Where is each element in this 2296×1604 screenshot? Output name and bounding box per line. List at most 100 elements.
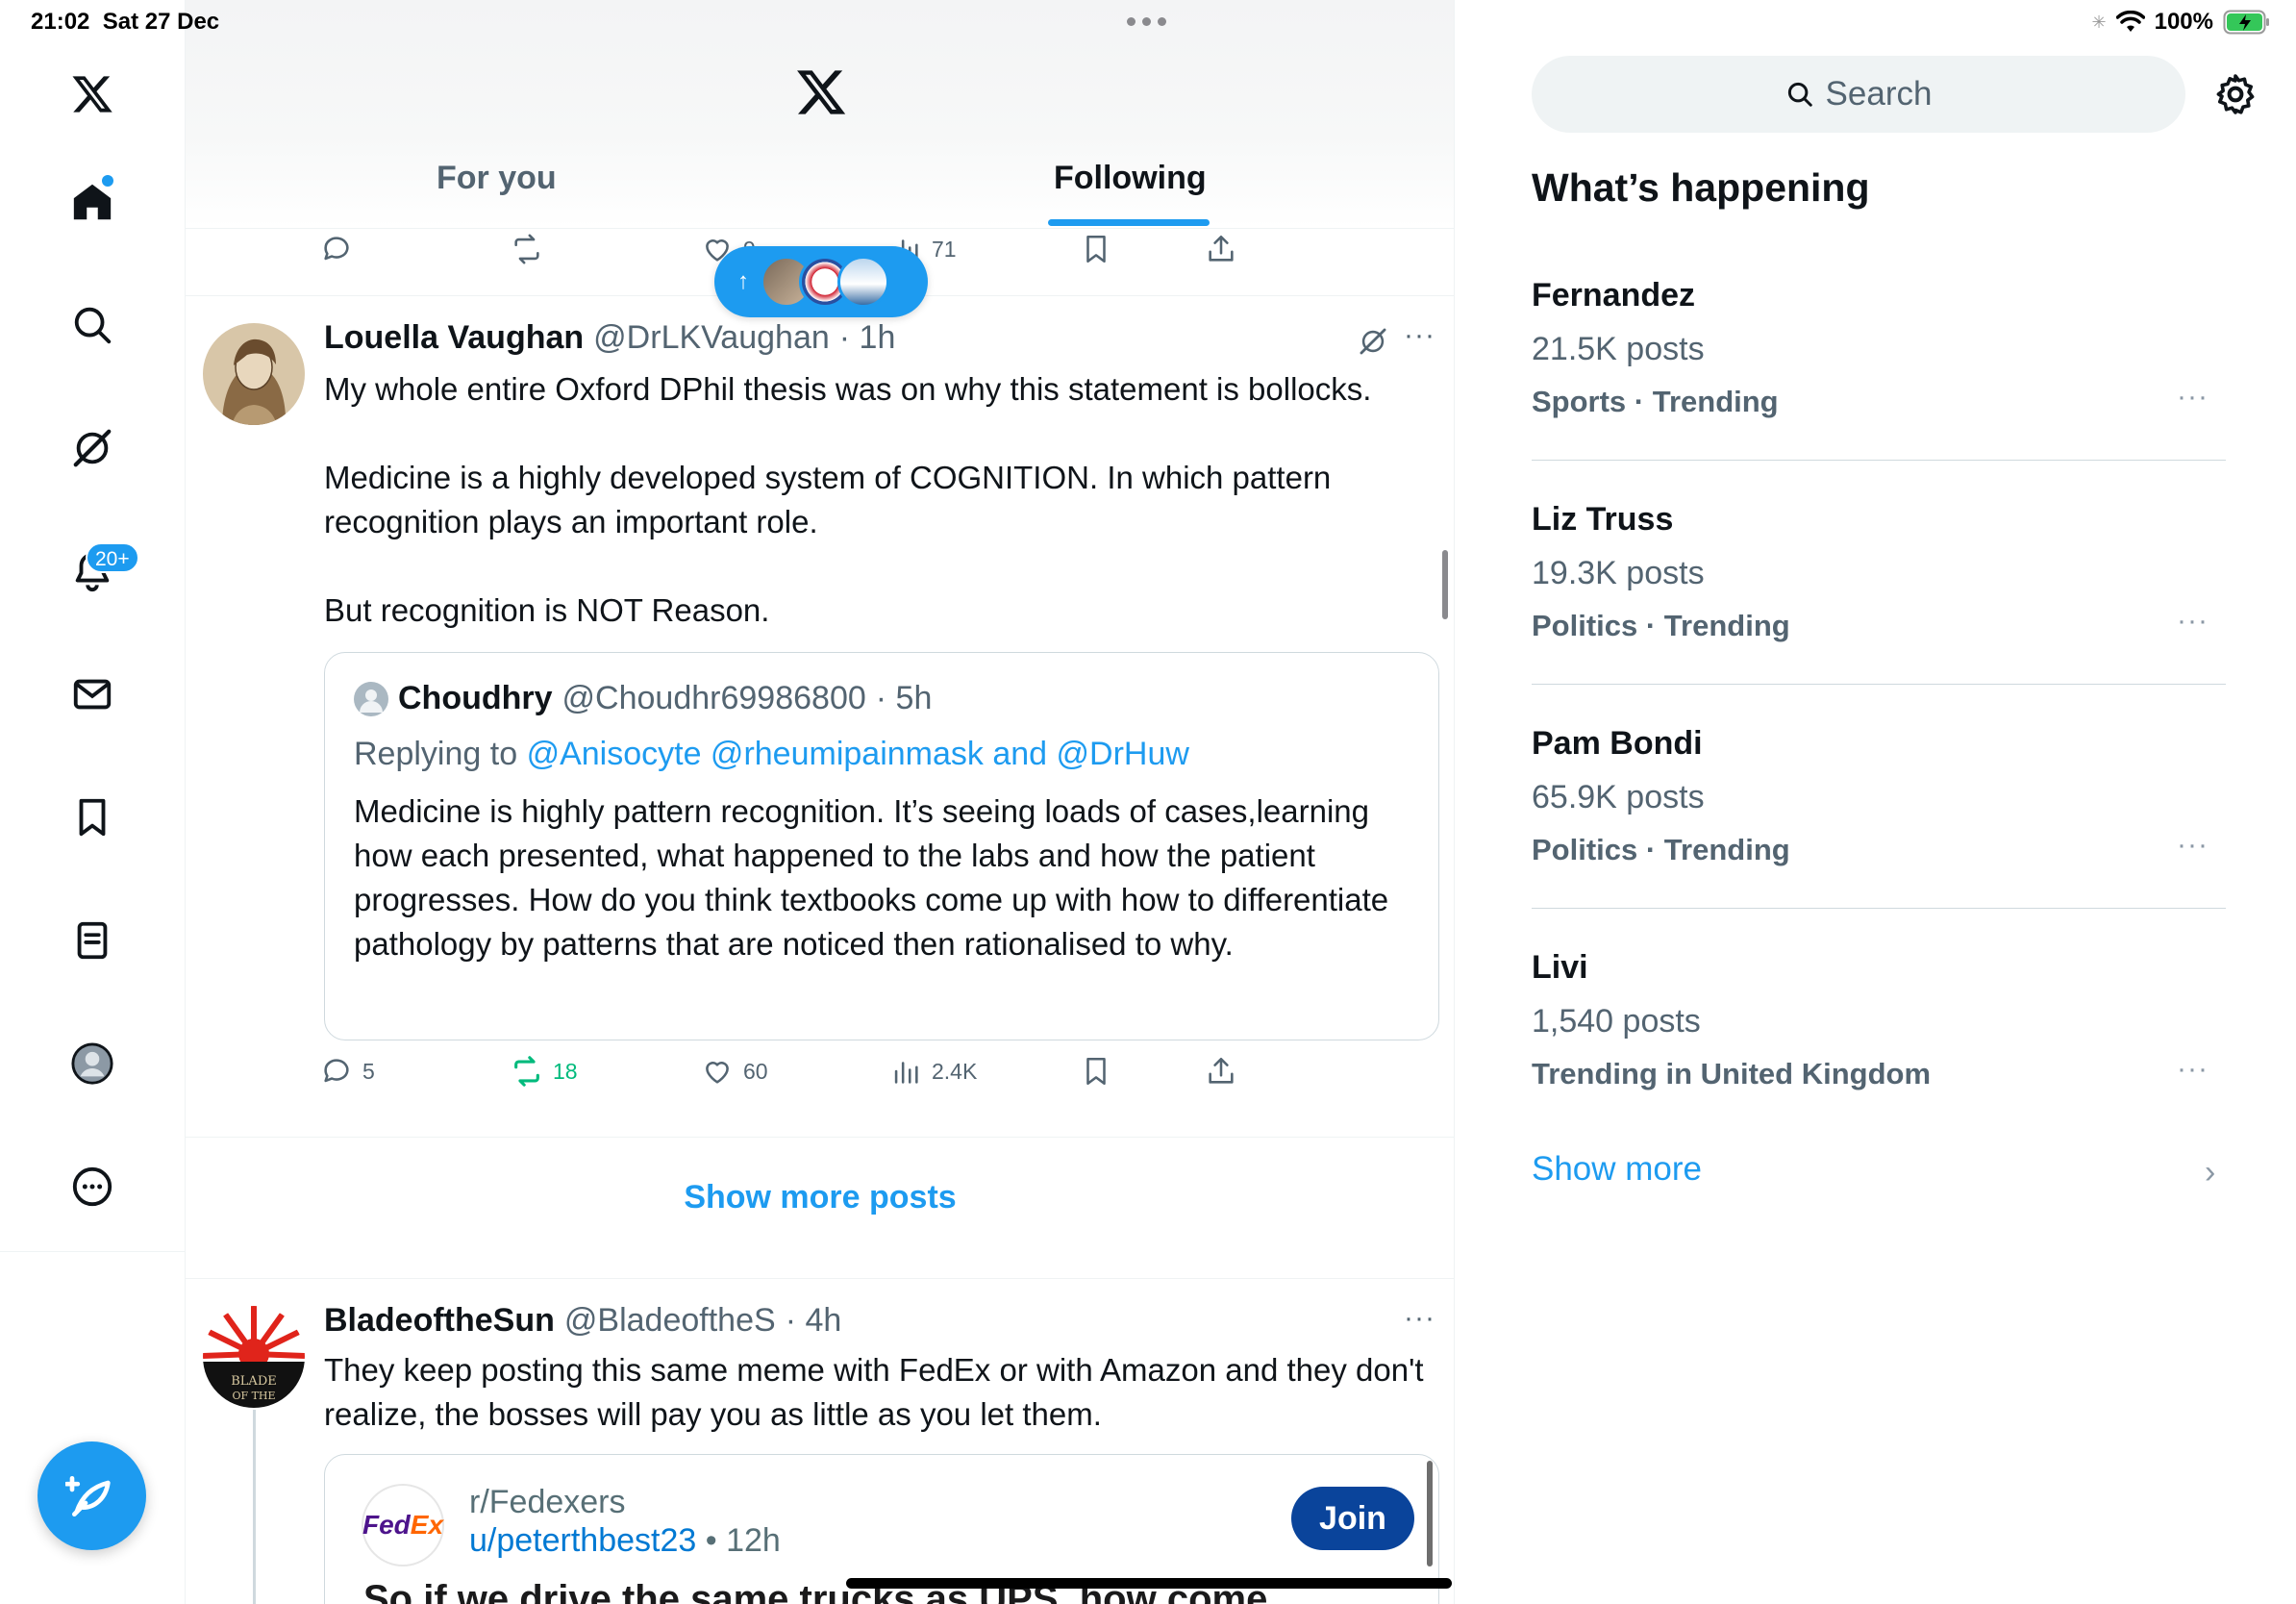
replying-to-links[interactable]: @Anisocyte @rheumipainmask and @DrHuw <box>527 736 1189 772</box>
trend-count: 19.3K posts <box>1532 555 1705 591</box>
pill-avatar <box>837 256 889 308</box>
trend-item[interactable]: Pam Bondi 65.9K posts Politics · Trendin… <box>1532 725 2226 948</box>
arrow-up-icon: ↑ <box>737 268 749 294</box>
tab-following[interactable]: Following <box>1054 160 1207 197</box>
views-button[interactable]: 2.4K <box>889 1055 977 1088</box>
author-handle[interactable]: @BladeoftheS <box>564 1302 776 1340</box>
reply-button[interactable] <box>320 233 353 265</box>
quoted-post[interactable]: Choudhry @Choudhr69986800 · 5h Replying … <box>324 652 1439 1040</box>
battery-charging-icon <box>2223 10 2269 35</box>
post-time[interactable]: · 1h <box>839 319 896 357</box>
show-more-link[interactable]: Show more <box>1532 1150 1702 1189</box>
like-count: 60 <box>743 1058 768 1084</box>
compose-post-button[interactable] <box>37 1441 146 1550</box>
timeline-column: For you Following 9 71 ↑ <box>186 0 1455 1604</box>
home-new-indicator <box>102 175 113 187</box>
search-input[interactable]: Search <box>1532 56 2185 133</box>
more-options-icon[interactable] <box>62 1156 123 1217</box>
views-count: 71 <box>932 236 957 262</box>
heart-icon <box>706 1062 729 1084</box>
tab-for-you[interactable]: For you <box>437 160 557 197</box>
post-text: They keep posting this same meme with Fe… <box>324 1352 1433 1432</box>
whats-happening-title: What’s happening <box>1532 165 1870 210</box>
bookmark-button[interactable] <box>1080 1055 1112 1088</box>
home-icon[interactable] <box>62 171 123 233</box>
svg-text:BLADE: BLADE <box>231 1374 277 1389</box>
active-tab-indicator <box>1048 219 1210 226</box>
like-button[interactable]: 60 <box>701 1055 768 1088</box>
trend-item[interactable]: Livi 1,540 posts Trending in United King… <box>1532 949 2226 1172</box>
quote-replying-to: Replying to @Anisocyte @rheumipainmask a… <box>354 736 1189 772</box>
quote-author-name: Choudhry <box>398 680 553 716</box>
trend-more-icon[interactable]: ··· <box>2177 605 2209 638</box>
embed-scrollbar <box>1427 1461 1433 1566</box>
share-icon <box>1209 1057 1234 1084</box>
trend-count: 65.9K posts <box>1532 779 1705 815</box>
nav-divider <box>0 1251 186 1252</box>
settings-gear-icon[interactable] <box>2212 71 2259 117</box>
search-icon[interactable] <box>62 294 123 356</box>
post-header: Louella Vaughan @DrLKVaughan · 1h <box>324 319 895 357</box>
repost-button[interactable] <box>511 233 543 265</box>
timeline-scrollbar[interactable] <box>1442 550 1448 619</box>
repost-button[interactable]: 18 <box>511 1055 578 1088</box>
home-indicator[interactable] <box>846 1578 1452 1589</box>
svg-text:OF THE: OF THE <box>232 1390 275 1402</box>
bookmark-icon <box>1086 235 1106 263</box>
trend-category: Trending in United Kingdom <box>1532 1057 1932 1090</box>
trend-category: Politics · Trending <box>1532 609 1790 642</box>
trend-name: Liz Truss <box>1532 501 1674 538</box>
views-chart-icon <box>894 1062 918 1084</box>
x-logo-icon[interactable] <box>62 63 123 125</box>
trend-divider <box>1532 908 2226 909</box>
reply-count: 5 <box>362 1058 375 1084</box>
profile-avatar-icon[interactable] <box>62 1033 123 1094</box>
quote-header: Choudhry @Choudhr69986800 · 5h <box>354 680 932 717</box>
post-time[interactable]: · 4h <box>786 1302 842 1340</box>
trend-divider <box>1532 460 2226 461</box>
embed-subreddit: r/Fedexers <box>469 1484 626 1520</box>
avatar[interactable]: BLADE OF THE <box>203 1306 305 1408</box>
post-more-icon[interactable]: ··· <box>1404 319 1435 352</box>
compose-feather-icon <box>64 1475 111 1516</box>
bookmarks-icon[interactable] <box>62 787 123 848</box>
trend-count: 21.5K posts <box>1532 331 1705 367</box>
status-time: 21:02 Sat 27 Dec <box>31 9 220 35</box>
post-more-icon[interactable]: ··· <box>1404 1302 1435 1335</box>
show-more-posts-link[interactable]: Show more posts <box>186 1179 1454 1216</box>
quote-avatar <box>354 681 388 716</box>
reply-button[interactable]: 5 <box>320 1055 375 1088</box>
status-bar: 21:02 Sat 27 Dec ✳ 100% <box>0 0 2296 46</box>
repost-icon <box>514 1056 539 1087</box>
trend-item[interactable]: Liz Truss 19.3K posts Politics · Trendin… <box>1532 501 2226 724</box>
multitask-grabber[interactable] <box>1127 17 1166 26</box>
trend-item[interactable]: Fernandez 21.5K posts Sports · Trending … <box>1532 277 2226 500</box>
grok-icon[interactable] <box>62 417 123 479</box>
search-placeholder: Search <box>1825 75 1933 113</box>
wifi-icon <box>2115 11 2145 32</box>
share-button[interactable] <box>1205 1055 1237 1088</box>
post-text: My whole entire Oxford DPhil thesis was … <box>324 371 1372 628</box>
author-name[interactable]: Louella Vaughan <box>324 319 584 357</box>
lists-icon[interactable] <box>62 910 123 971</box>
post-header: BladeoftheSun @BladeoftheS · 4h <box>324 1302 841 1340</box>
x-logo-icon[interactable] <box>794 65 848 119</box>
post-separator <box>186 1137 1454 1138</box>
messages-envelope-icon[interactable] <box>62 664 123 725</box>
trend-more-icon[interactable]: ··· <box>2177 829 2209 862</box>
reply-icon <box>324 1059 349 1083</box>
repost-icon <box>514 234 539 264</box>
author-handle[interactable]: @DrLKVaughan <box>593 319 830 357</box>
share-button[interactable] <box>1205 233 1237 265</box>
avatar[interactable] <box>203 323 305 425</box>
grok-icon[interactable] <box>1357 325 1389 358</box>
new-posts-pill[interactable]: ↑ <box>714 246 928 317</box>
bookmark-button[interactable] <box>1080 233 1112 265</box>
trend-name: Pam Bondi <box>1532 725 1703 762</box>
thread-line <box>253 1410 256 1604</box>
trend-more-icon[interactable]: ··· <box>2177 381 2209 414</box>
share-icon <box>1209 235 1234 262</box>
trend-more-icon[interactable]: ··· <box>2177 1053 2209 1086</box>
author-name[interactable]: BladeoftheSun <box>324 1302 555 1340</box>
search-icon <box>1787 82 1812 107</box>
